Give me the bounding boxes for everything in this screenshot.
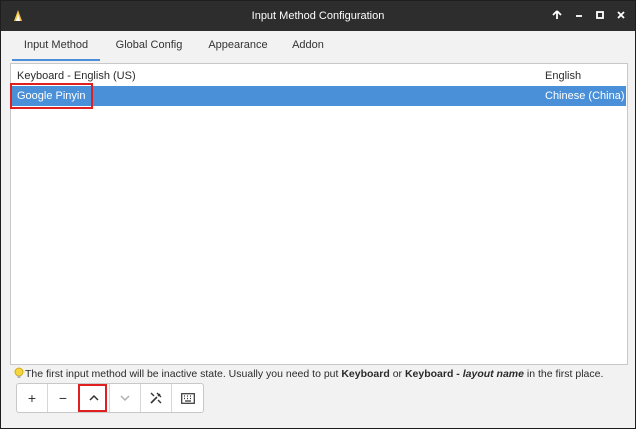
move-up-button[interactable]: [79, 384, 110, 412]
list-item-selected[interactable]: Google Pinyin Chinese (China): [12, 86, 626, 106]
main-window: Input Method Configuration Input Method …: [0, 0, 636, 429]
remove-input-method-button[interactable]: −: [48, 384, 79, 412]
list-item[interactable]: Keyboard - English (US) English: [12, 66, 626, 86]
input-method-language: Chinese (China): [545, 90, 625, 102]
configure-icon: [149, 391, 163, 405]
keyboard-icon: [180, 392, 195, 404]
move-down-button[interactable]: [110, 384, 141, 412]
window-title: Input Method Configuration: [251, 10, 385, 22]
chevron-up-icon: [88, 392, 100, 404]
title-bar: Input Method Configuration: [1, 1, 635, 31]
tab-bar: Input Method Global Config Appearance Ad…: [1, 31, 635, 61]
input-method-name: Keyboard - English (US): [17, 70, 136, 82]
maximize-icon[interactable]: [593, 8, 607, 22]
tab-appearance[interactable]: Appearance: [201, 31, 275, 61]
configure-button[interactable]: [141, 384, 172, 412]
arrow-up-icon[interactable]: [550, 8, 564, 22]
plus-icon: +: [27, 390, 37, 406]
lightbulb-icon: [13, 367, 25, 379]
input-method-language: English: [545, 70, 582, 82]
tab-input-method[interactable]: Input Method: [12, 31, 100, 61]
input-method-list[interactable]: Keyboard - English (US) English Google P…: [10, 63, 628, 365]
chevron-down-icon: [119, 392, 131, 404]
keyboard-layout-button[interactable]: [172, 384, 203, 412]
tab-addon[interactable]: Addon: [285, 31, 331, 61]
hint-text: The first input method will be inactive …: [13, 367, 633, 383]
list-toolbar: + −: [16, 383, 204, 413]
minimize-icon[interactable]: [572, 8, 586, 22]
tab-global-config[interactable]: Global Config: [109, 31, 189, 61]
input-method-name: Google Pinyin: [17, 90, 86, 102]
add-input-method-button[interactable]: +: [17, 384, 48, 412]
minus-icon: −: [58, 390, 68, 406]
close-icon[interactable]: [614, 8, 628, 22]
